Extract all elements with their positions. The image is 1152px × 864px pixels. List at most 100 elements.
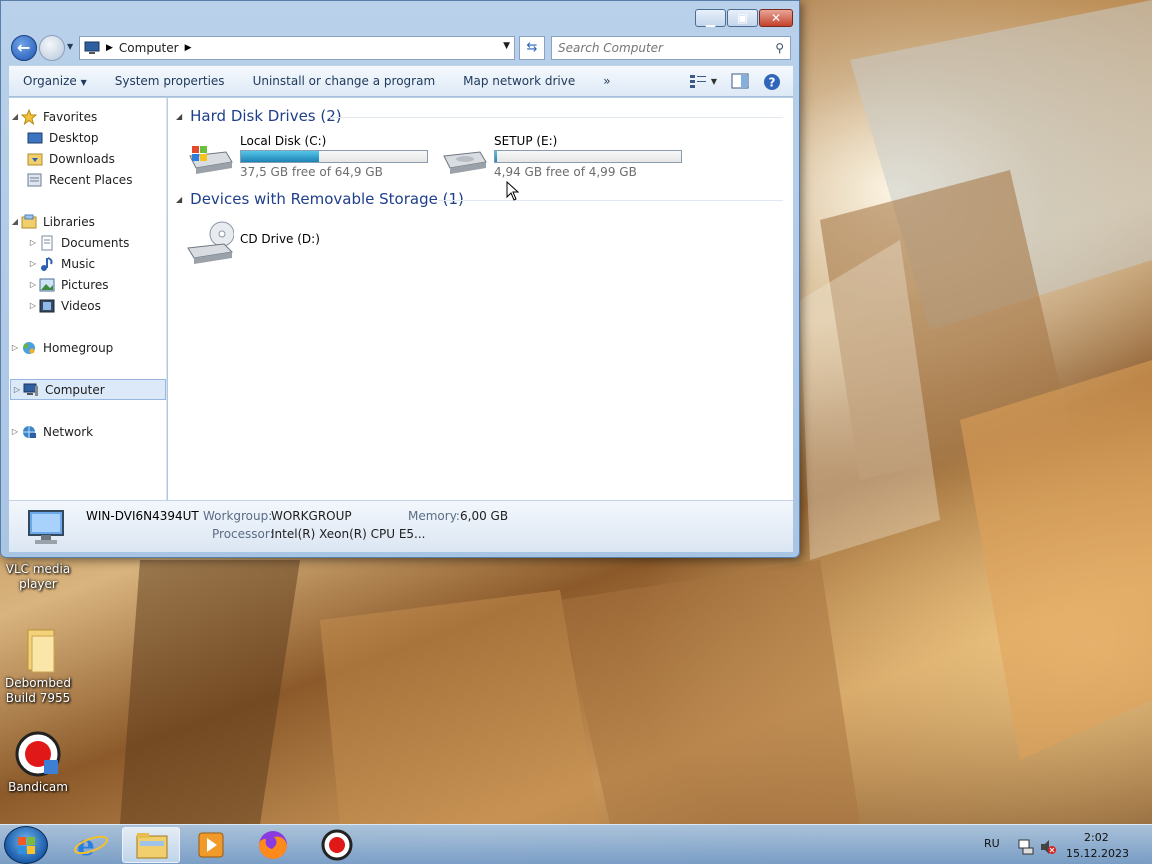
group-title: Hard Disk Drives (2) <box>190 107 342 125</box>
workgroup-value: WORKGROUP <box>271 509 352 523</box>
close-button[interactable]: ✕ <box>759 9 793 27</box>
organize-menu[interactable]: Organize ▼ <box>9 74 101 88</box>
group-header-removable-storage[interactable]: ◢ Devices with Removable Storage (1) <box>176 190 464 208</box>
breadcrumb-computer[interactable]: Computer <box>119 41 179 55</box>
processor-value: Intel(R) Xeon(R) CPU E5... <box>271 527 426 541</box>
nav-homegroup[interactable]: ▷ Homegroup <box>9 337 167 358</box>
nav-downloads[interactable]: Downloads <box>9 148 167 169</box>
refresh-button[interactable]: ⇆ <box>519 36 545 60</box>
desktop-icon-debombed[interactable]: Debombed Build 7955 <box>0 626 76 706</box>
group-title: Devices with Removable Storage (1) <box>190 190 464 208</box>
start-button[interactable] <box>4 826 48 864</box>
group-header-hard-disk-drives[interactable]: ◢ Hard Disk Drives (2) <box>176 107 342 125</box>
search-input[interactable] <box>558 41 758 55</box>
collapse-arrow-icon[interactable]: ◢ <box>9 217 21 226</box>
taskbar-explorer[interactable] <box>122 827 180 863</box>
address-row: ▼ ▶ Computer ▶ ▼ ⇆ ⚲ <box>9 34 791 61</box>
taskbar-firefox[interactable] <box>244 827 302 863</box>
firefox-icon <box>259 831 287 859</box>
nav-label: Libraries <box>43 214 95 229</box>
nav-label: Computer <box>45 382 105 397</box>
minimize-icon: ▁ <box>705 12 716 27</box>
address-bar[interactable]: ▶ Computer ▶ ▼ <box>79 36 515 60</box>
drive-d[interactable]: CD Drive (D:) <box>186 218 436 264</box>
drive-name: Local Disk (C:) <box>240 134 327 148</box>
expand-arrow-icon[interactable]: ▷ <box>27 301 39 310</box>
map-network-drive-button[interactable]: Map network drive <box>449 74 589 88</box>
collapse-arrow-icon[interactable]: ◢ <box>176 112 182 121</box>
expand-arrow-icon[interactable]: ▷ <box>11 385 23 394</box>
music-icon <box>39 256 55 272</box>
view-dropdown-icon[interactable]: ▼ <box>711 77 717 86</box>
language-indicator[interactable]: RU <box>984 837 1000 850</box>
documents-icon <box>39 235 55 251</box>
network-status-icon[interactable] <box>1018 839 1034 855</box>
minimize-button[interactable]: ▁ <box>695 9 726 27</box>
desktop-icon-bandicam[interactable]: Bandicam <box>0 730 76 795</box>
help-icon[interactable]: ? <box>763 73 781 90</box>
expand-arrow-icon[interactable]: ▷ <box>27 259 39 268</box>
nav-recent-places[interactable]: Recent Places <box>9 169 167 190</box>
drive-free-space: 37,5 GB free of 64,9 GB <box>240 165 383 179</box>
libraries-icon <box>21 214 37 230</box>
nav-pictures[interactable]: ▷ Pictures <box>9 274 167 295</box>
address-dropdown-icon[interactable]: ▼ <box>503 41 510 51</box>
clock-time[interactable]: 2:02 <box>1084 831 1109 844</box>
nav-network[interactable]: ▷ Network <box>9 421 167 442</box>
collapse-arrow-icon[interactable]: ◢ <box>176 195 182 204</box>
search-box[interactable]: ⚲ <box>551 36 791 60</box>
desktop-icon <box>27 130 43 146</box>
pictures-icon <box>39 277 55 293</box>
drive-c[interactable]: Local Disk (C:) 37,5 GB free of 64,9 GB <box>186 134 436 179</box>
breadcrumb-arrow-icon[interactable]: ▶ <box>106 43 113 53</box>
expand-arrow-icon[interactable]: ▷ <box>9 427 21 436</box>
videos-icon <box>39 298 55 314</box>
expand-arrow-icon[interactable]: ▷ <box>9 343 21 352</box>
nav-videos[interactable]: ▷ Videos <box>9 295 167 316</box>
caption-buttons: ▁ ▣ ✕ <box>694 9 793 27</box>
change-view-icon[interactable] <box>689 73 707 89</box>
maximize-button[interactable]: ▣ <box>727 9 758 27</box>
drive-e[interactable]: SETUP (E:) 4,94 GB free of 4,99 GB <box>440 134 690 179</box>
close-icon: ✕ <box>770 11 782 25</box>
folder-icon <box>136 833 168 859</box>
system-properties-button[interactable]: System properties <box>101 74 239 88</box>
nav-label: Desktop <box>49 130 99 145</box>
nav-music[interactable]: ▷ Music <box>9 253 167 274</box>
svg-text:?: ? <box>769 76 776 90</box>
taskbar: e RU 2:02 15.12.2023 <box>0 824 1152 864</box>
expand-arrow-icon[interactable]: ▷ <box>27 238 39 247</box>
bandicam-icon <box>321 829 353 861</box>
preview-pane-icon[interactable] <box>731 73 749 89</box>
collapse-arrow-icon[interactable]: ◢ <box>9 112 21 121</box>
forward-button[interactable] <box>39 35 65 61</box>
maximize-icon: ▣ <box>736 11 749 25</box>
taskbar-internet-explorer[interactable]: e <box>62 827 120 863</box>
nav-label: Documents <box>61 235 130 250</box>
search-icon[interactable]: ⚲ <box>775 37 784 59</box>
nav-favorites[interactable]: ◢ Favorites <box>9 106 167 127</box>
drive-name: SETUP (E:) <box>494 134 558 148</box>
drive-usage-bar <box>494 150 682 163</box>
volume-muted-icon[interactable] <box>1040 839 1056 855</box>
taskbar-bandicam[interactable] <box>308 827 366 863</box>
breadcrumb-arrow-icon[interactable]: ▶ <box>185 43 192 53</box>
recent-places-icon <box>27 172 43 188</box>
nav-desktop[interactable]: Desktop <box>9 127 167 148</box>
explorer-window: ▁ ▣ ✕ ▼ ▶ Computer ▶ ▼ ⇆ ⚲ Organize ▼ Sy… <box>0 0 800 558</box>
uninstall-program-button[interactable]: Uninstall or change a program <box>239 74 450 88</box>
clock-date[interactable]: 15.12.2023 <box>1066 847 1129 860</box>
nav-computer[interactable]: ▷ Computer <box>10 379 166 400</box>
more-commands-button[interactable]: » <box>589 74 624 88</box>
nav-documents[interactable]: ▷ Documents <box>9 232 167 253</box>
expand-arrow-icon[interactable]: ▷ <box>27 280 39 289</box>
refresh-icon: ⇆ <box>526 40 538 55</box>
desktop-icon-vlc[interactable]: VLC media player <box>0 562 76 592</box>
back-button[interactable] <box>11 35 37 61</box>
nav-libraries[interactable]: ◢ Libraries <box>9 211 167 232</box>
group-divider <box>328 117 783 118</box>
organize-label: Organize <box>23 74 77 88</box>
svg-text:e: e <box>77 829 95 862</box>
recent-pages-dropdown[interactable]: ▼ <box>67 42 73 51</box>
taskbar-media-player[interactable] <box>182 827 240 863</box>
